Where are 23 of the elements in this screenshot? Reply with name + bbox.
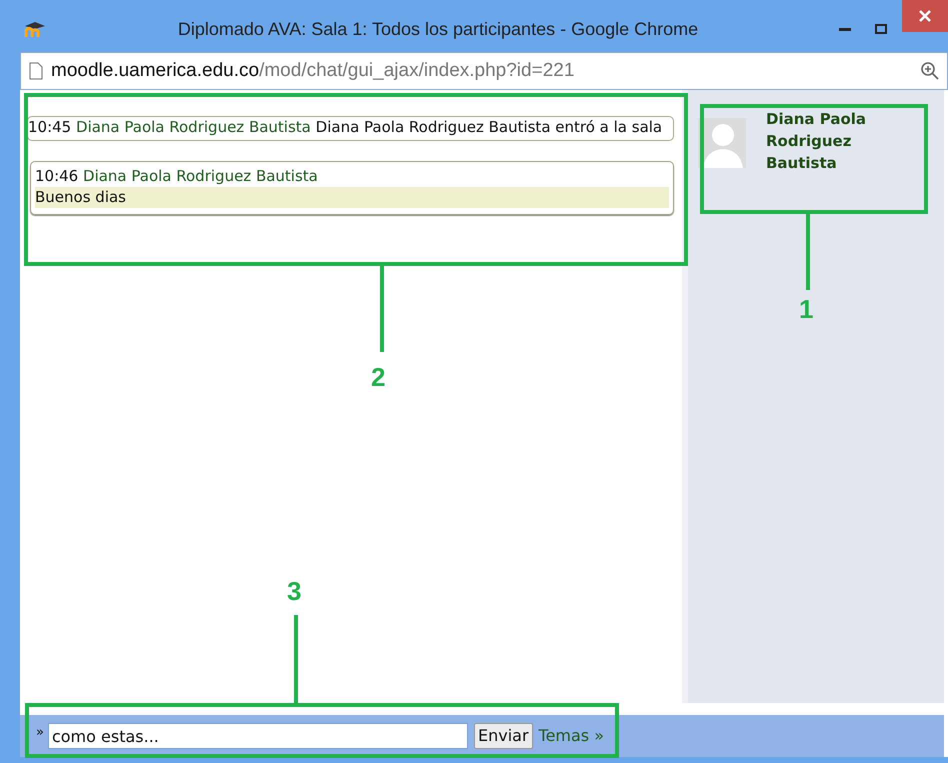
close-icon: [919, 10, 931, 22]
themes-link[interactable]: Temas »: [538, 724, 604, 748]
annotation-number: 2: [371, 361, 386, 394]
chat-event: 10:45 Diana Paola Rodriguez Bautista Diana Paola Rodriguez Bautista entró a la sala: [27, 116, 674, 141]
message-text: Buenos dias: [35, 187, 669, 208]
maximize-icon: [875, 24, 887, 34]
minimize-icon: [839, 28, 851, 30]
address-bar[interactable]: moodle.uamerica.edu.co/mod/chat/gui_ajax/index.php?id=221: [20, 52, 948, 90]
annotation-number: 1: [799, 293, 814, 326]
url-host: moodle.uamerica.edu.co: [51, 58, 260, 83]
message-header: 10:46 Diana Paola Rodriguez Bautista: [35, 166, 319, 187]
annotation-number: 3: [287, 575, 302, 608]
page-icon: [29, 62, 43, 80]
close-button[interactable]: [902, 0, 948, 32]
app-logo-icon: [24, 20, 46, 38]
prompt-mark: »: [36, 724, 44, 742]
window-title: Diplomado AVA: Sala 1: Todos los participantes - Google Chrome: [176, 18, 700, 41]
url-path: /mod/chat/gui_ajax/index.php?id=221: [259, 58, 574, 83]
avatar-icon: [698, 118, 746, 168]
message-input[interactable]: como estas...: [48, 723, 468, 749]
send-button[interactable]: Enviar: [474, 723, 533, 749]
user-name[interactable]: Diana Paola Rodriguez Bautista: [766, 108, 876, 174]
zoom-icon[interactable]: [921, 62, 939, 80]
